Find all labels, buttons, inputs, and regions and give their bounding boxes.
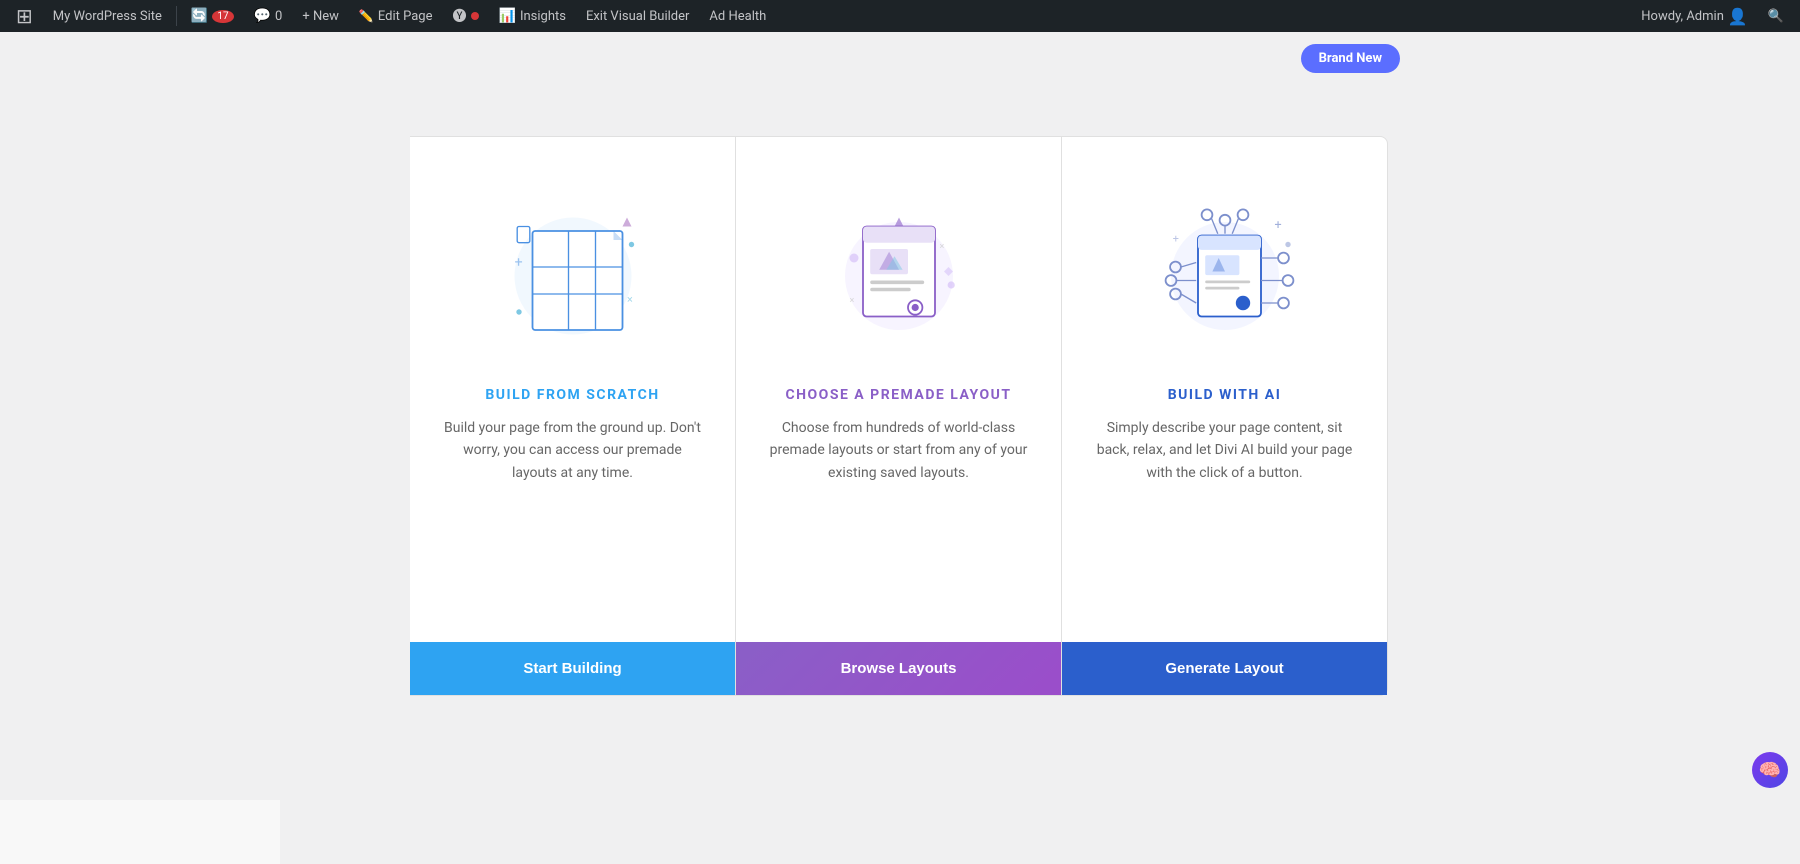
svg-text:×: × — [627, 293, 633, 306]
ad-health-item[interactable]: Ad Health — [701, 0, 774, 32]
wp-logo-item[interactable]: ⊞ — [8, 0, 41, 32]
choose-layout-illustration: × × — [736, 157, 1061, 377]
insights-label: Insights — [520, 9, 566, 24]
card2-desc: Choose from hundreds of world-class prem… — [736, 403, 1061, 642]
comments-count: 0 — [275, 9, 282, 24]
updates-icon: 🔄 — [191, 8, 208, 24]
generate-layout-button[interactable]: Generate Layout — [1062, 642, 1387, 695]
search-item[interactable]: 🔍 — [1760, 9, 1792, 24]
choose-layout-card: × × CHOOSE A PREMADE LAYOUT Choose from … — [736, 136, 1062, 696]
new-label: + New — [302, 9, 339, 24]
card1-desc: Build your page from the ground up. Don'… — [410, 403, 735, 642]
card3-title: BUILD WITH AI — [1168, 387, 1282, 403]
card2-title: CHOOSE A PREMADE LAYOUT — [785, 387, 1011, 403]
insights-icon: 📊 — [499, 8, 516, 24]
updates-item[interactable]: 🔄 17 — [183, 0, 242, 32]
comments-icon: 💬 — [254, 8, 271, 24]
card3-desc: Simply describe your page content, sit b… — [1062, 403, 1387, 642]
choose-layout-svg: × × — [809, 177, 989, 357]
svg-text:+: + — [1274, 218, 1281, 233]
admin-bar-right: Howdy, Admin 👤 🔍 — [1633, 7, 1792, 26]
svg-text:×: × — [849, 296, 854, 306]
build-from-scratch-card: + × BUILD FROM SCRATCH Build your page f… — [410, 136, 736, 696]
exit-builder-item[interactable]: Exit Visual Builder — [578, 0, 697, 32]
svg-text:+: + — [514, 254, 522, 271]
brand-new-badge: Brand New — [1301, 44, 1400, 73]
yoast-item[interactable]: 🅨 — [445, 0, 487, 32]
build-ai-svg: + + — [1135, 177, 1315, 357]
wp-logo-icon: ⊞ — [16, 4, 33, 28]
divider-1 — [176, 6, 177, 26]
build-with-ai-card: + + BUILD WITH AI Simply describe your p… — [1062, 136, 1388, 696]
build-scratch-svg: + × — [483, 177, 663, 357]
build-with-ai-illustration: + + — [1062, 157, 1387, 377]
new-item[interactable]: + New — [294, 0, 347, 32]
yoast-icon: 🅨 — [453, 6, 467, 26]
site-name-item[interactable]: My WordPress Site — [45, 0, 170, 32]
ai-brain-button[interactable]: 🧠 — [1752, 752, 1788, 788]
site-name-text: My WordPress Site — [53, 9, 162, 24]
ai-brain-icon: 🧠 — [1759, 760, 1781, 781]
insights-item[interactable]: 📊 Insights — [491, 0, 574, 32]
avatar-icon: 👤 — [1728, 7, 1748, 26]
browse-layouts-button[interactable]: Browse Layouts — [736, 642, 1061, 695]
start-building-button[interactable]: Start Building — [410, 642, 735, 695]
edit-page-label: Edit Page — [378, 9, 433, 24]
cards-container: Brand New — [410, 136, 1390, 696]
updates-badge: 17 — [212, 10, 233, 23]
svg-text:+: + — [1172, 233, 1178, 246]
edit-page-item[interactable]: ✏️ Edit Page — [351, 0, 441, 32]
search-icon: 🔍 — [1768, 9, 1784, 24]
build-from-scratch-illustration: + × — [410, 157, 735, 377]
user-greeting-text: Howdy, Admin — [1641, 9, 1724, 24]
admin-bar: ⊞ My WordPress Site 🔄 17 💬 0 + New ✏️ Ed… — [0, 0, 1800, 32]
edit-icon: ✏️ — [359, 9, 374, 23]
yoast-alert-dot — [471, 12, 479, 20]
card1-title: BUILD FROM SCRATCH — [485, 387, 659, 403]
main-content: Brand New — [0, 32, 1800, 800]
svg-text:×: × — [939, 242, 944, 252]
exit-builder-label: Exit Visual Builder — [586, 9, 689, 24]
user-greeting-item[interactable]: Howdy, Admin 👤 — [1633, 7, 1756, 26]
comments-item[interactable]: 💬 0 — [246, 0, 291, 32]
ad-health-label: Ad Health — [709, 9, 766, 24]
